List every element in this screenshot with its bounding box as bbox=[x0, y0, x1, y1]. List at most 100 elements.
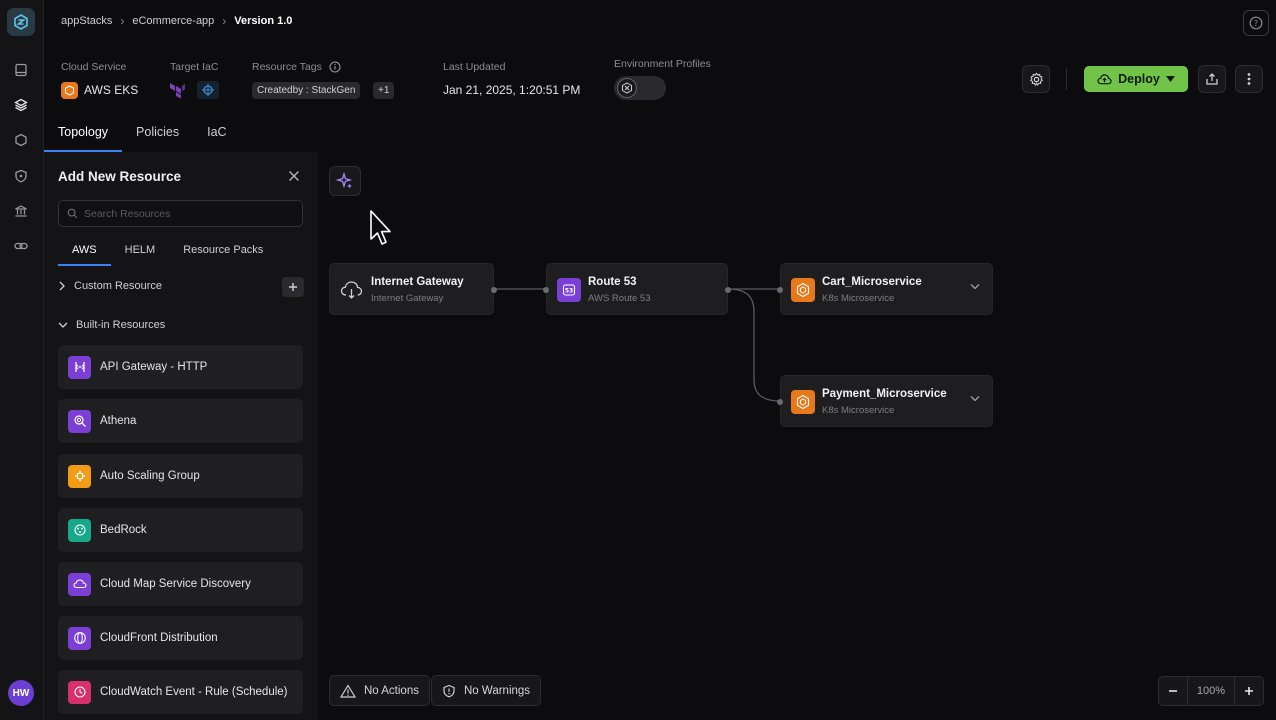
zoom-control: 100% bbox=[1158, 676, 1264, 706]
custom-resource-section[interactable]: Custom Resource bbox=[58, 280, 162, 292]
node-internet-gateway[interactable]: Internet Gateway Internet Gateway bbox=[329, 263, 497, 315]
mouse-pointer-icon bbox=[369, 209, 393, 250]
resource-label: Athena bbox=[100, 415, 137, 427]
shield-icon[interactable] bbox=[9, 164, 33, 188]
resource-item-cloudfront[interactable]: CloudFront Distribution bbox=[58, 616, 303, 660]
resource-label: BedRock bbox=[100, 524, 147, 536]
resource-item-cloud-map[interactable]: Cloud Map Service Discovery bbox=[58, 562, 303, 606]
tag-createdby[interactable]: Createdby : StackGen bbox=[252, 82, 361, 99]
k8s-microservice-icon bbox=[791, 390, 815, 414]
settings-gear-icon[interactable] bbox=[1022, 65, 1050, 93]
last-updated-label: Last Updated bbox=[443, 61, 506, 73]
breadcrumb-app[interactable]: eCommerce-app bbox=[132, 15, 214, 27]
k8s-microservice-icon bbox=[791, 278, 815, 302]
env-profiles-label: Environment Profiles bbox=[614, 58, 711, 70]
node-subtitle: Internet Gateway bbox=[371, 293, 444, 304]
app-logo-icon[interactable] bbox=[7, 8, 35, 36]
actions-status[interactable]: No Actions bbox=[329, 675, 430, 706]
warnings-label: No Warnings bbox=[464, 684, 531, 697]
resource-item-athena[interactable]: Athena bbox=[58, 399, 303, 443]
zoom-in-button[interactable] bbox=[1235, 677, 1263, 705]
chevron-down-icon[interactable] bbox=[970, 394, 980, 405]
stacks-icon[interactable] bbox=[9, 93, 33, 117]
zoom-out-button[interactable] bbox=[1159, 677, 1187, 705]
more-options-icon[interactable] bbox=[1235, 65, 1263, 93]
breadcrumb-version: Version 1.0 bbox=[234, 15, 293, 27]
resource-item-api-gateway[interactable]: API Gateway - HTTP bbox=[58, 345, 303, 389]
ai-sparkle-icon[interactable] bbox=[329, 166, 361, 196]
chevron-down-icon[interactable] bbox=[970, 282, 980, 293]
tab-topology[interactable]: Topology bbox=[44, 116, 123, 152]
subtab-helm[interactable]: HELM bbox=[111, 240, 170, 266]
plus-icon bbox=[1245, 687, 1253, 695]
cloud-download-icon bbox=[340, 278, 364, 302]
actions-label: No Actions bbox=[364, 684, 419, 697]
minus-icon bbox=[1169, 690, 1177, 692]
header-divider bbox=[1066, 68, 1067, 90]
bank-icon[interactable] bbox=[9, 199, 33, 223]
chevron-right-icon: › bbox=[120, 14, 125, 28]
warnings-status[interactable]: No Warnings bbox=[431, 675, 542, 706]
cloud-service-value: AWS EKS bbox=[84, 83, 139, 97]
search-input[interactable] bbox=[84, 207, 284, 220]
node-subtitle: AWS Route 53 bbox=[588, 293, 651, 304]
catalog-icon[interactable] bbox=[9, 58, 33, 82]
subtab-resource-packs[interactable]: Resource Packs bbox=[169, 240, 277, 266]
cloudwatch-icon bbox=[68, 680, 91, 704]
deploy-button[interactable]: Deploy bbox=[1084, 66, 1188, 92]
target-iac-label: Target IaC bbox=[170, 61, 219, 73]
input-port[interactable] bbox=[543, 287, 549, 293]
link-icon[interactable] bbox=[9, 234, 33, 258]
node-route53[interactable]: 53 Route 53 AWS Route 53 bbox=[543, 263, 731, 315]
search-box bbox=[58, 200, 303, 227]
last-updated-value: Jan 21, 2025, 1:20:51 PM bbox=[443, 83, 581, 97]
topology-canvas[interactable] bbox=[318, 152, 1276, 720]
output-port[interactable] bbox=[725, 287, 731, 293]
hexagon-icon[interactable] bbox=[9, 128, 33, 152]
input-port[interactable] bbox=[777, 287, 783, 293]
close-icon[interactable] bbox=[284, 166, 304, 186]
output-port[interactable] bbox=[491, 287, 497, 293]
resource-label: API Gateway - HTTP bbox=[100, 361, 208, 373]
tag-more[interactable]: +1 bbox=[373, 82, 395, 99]
cloud-map-icon bbox=[68, 572, 91, 596]
env-profile-icon bbox=[617, 78, 637, 98]
help-icon[interactable]: ? bbox=[1243, 10, 1269, 36]
custom-resource-label: Custom Resource bbox=[74, 280, 163, 292]
share-icon[interactable] bbox=[1198, 65, 1226, 93]
terraform-icon bbox=[168, 81, 186, 99]
plus-icon bbox=[289, 283, 297, 291]
breadcrumb: appStacks › eCommerce-app › Version 1.0 bbox=[61, 14, 292, 28]
info-icon[interactable] bbox=[329, 61, 341, 73]
builtin-resources-section[interactable]: Built-in Resources bbox=[58, 319, 165, 331]
node-cart-microservice[interactable]: Cart_Microservice K8s Microservice bbox=[777, 263, 993, 315]
caret-down-icon bbox=[1165, 76, 1175, 82]
tab-policies[interactable]: Policies bbox=[122, 116, 193, 152]
input-port[interactable] bbox=[777, 399, 783, 405]
left-rail: HW bbox=[0, 0, 44, 720]
user-avatar[interactable]: HW bbox=[8, 680, 34, 706]
shield-alert-icon bbox=[443, 684, 455, 697]
resource-item-cloudwatch[interactable]: CloudWatch Event - Rule (Schedule) bbox=[58, 670, 303, 714]
resource-item-bedrock[interactable]: BedRock bbox=[58, 508, 303, 552]
tab-iac[interactable]: IaC bbox=[193, 116, 240, 152]
resource-item-auto-scaling[interactable]: Auto Scaling Group bbox=[58, 454, 303, 498]
chevron-right-icon bbox=[59, 281, 65, 291]
api-gateway-icon bbox=[68, 355, 91, 379]
route53-icon: 53 bbox=[557, 278, 581, 302]
breadcrumb-appstacks[interactable]: appStacks bbox=[61, 15, 112, 27]
env-profiles-toggle[interactable] bbox=[614, 76, 666, 100]
chevron-down-icon bbox=[58, 322, 68, 328]
zoom-level: 100% bbox=[1187, 677, 1235, 705]
add-custom-resource-button[interactable] bbox=[282, 277, 304, 297]
resource-subtabs: AWS HELM Resource Packs bbox=[58, 240, 277, 266]
auto-scaling-icon bbox=[68, 464, 91, 488]
node-payment-microservice[interactable]: Payment_Microservice K8s Microservice bbox=[777, 375, 993, 427]
subtab-aws[interactable]: AWS bbox=[58, 240, 111, 266]
helm-icon bbox=[197, 81, 219, 99]
node-title: Cart_Microservice bbox=[822, 276, 922, 288]
builtin-resources-label: Built-in Resources bbox=[76, 319, 166, 331]
search-icon bbox=[67, 208, 78, 219]
resource-tags-label: Resource Tags bbox=[252, 61, 322, 73]
bedrock-icon bbox=[68, 518, 91, 542]
